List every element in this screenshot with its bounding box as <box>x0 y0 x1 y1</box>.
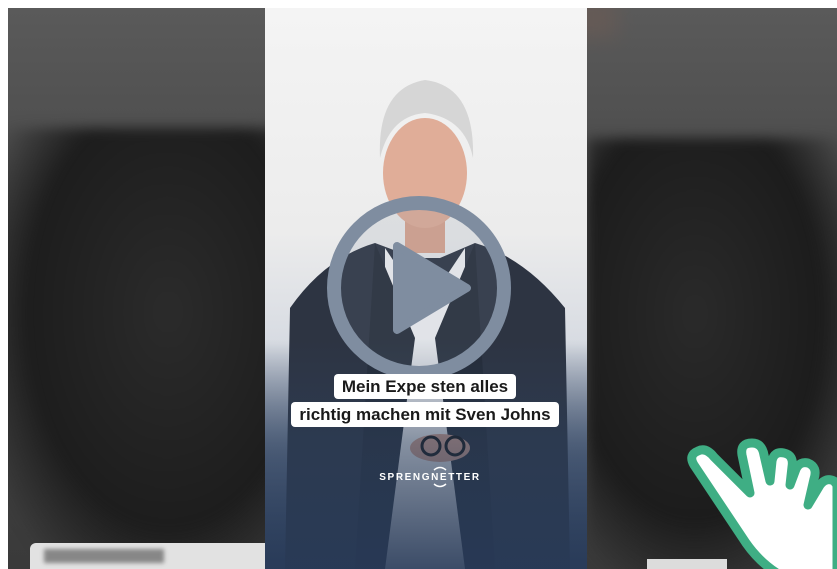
brand-logo: SPRENGNETTER <box>375 466 485 488</box>
background-ghost-text <box>44 549 164 563</box>
sprengnetter-mark-icon <box>433 466 447 488</box>
pointing-hand-cursor <box>680 425 837 569</box>
play-icon <box>327 196 511 380</box>
caption-line-2: richtig machen mit Sven Johns <box>291 402 559 427</box>
background-blur-left <box>8 128 288 569</box>
pointing-hand-icon <box>687 438 837 569</box>
caption-line-1: Mein Expe sten alles <box>333 374 517 399</box>
video-player[interactable]: Mein Expe sten alles richtig machen mit … <box>265 8 587 569</box>
play-button[interactable] <box>319 188 519 388</box>
background-text-strip <box>30 543 275 569</box>
video-caption: Mein Expe sten alles richtig machen mit … <box>291 374 559 427</box>
brand-name: SPRENGNETTER <box>379 471 481 483</box>
